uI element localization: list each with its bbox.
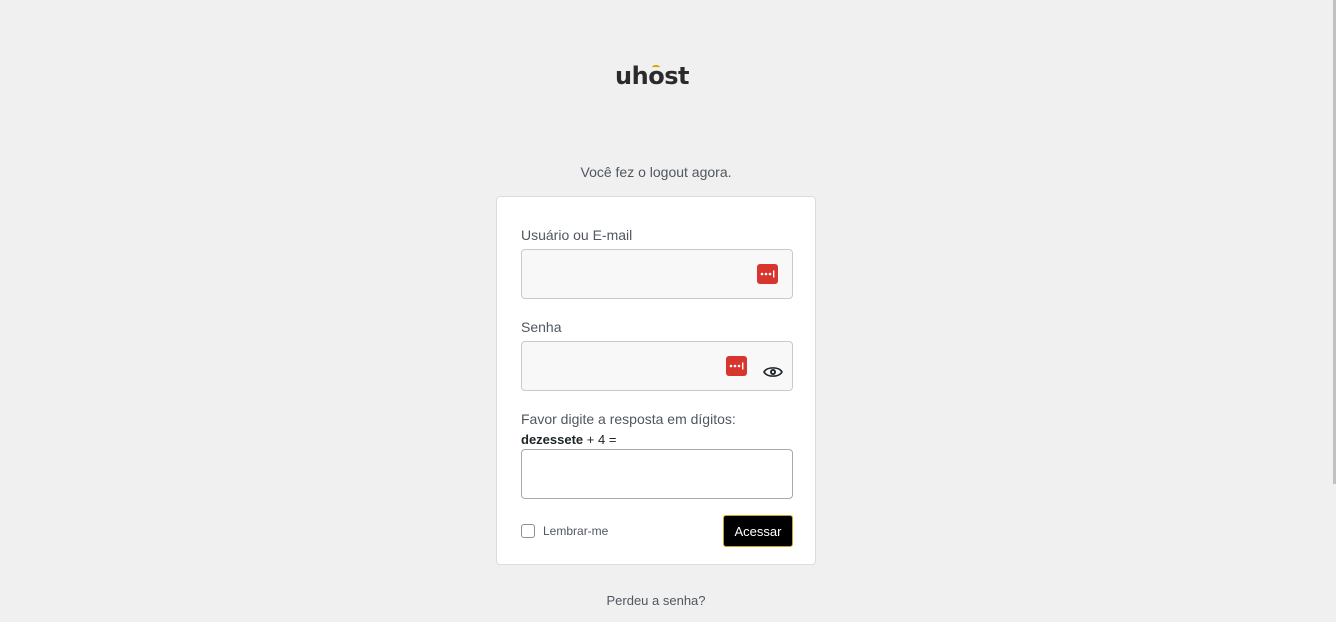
captcha-field-wrapper: [521, 449, 793, 499]
logout-message: Você fez o logout agora.: [580, 164, 732, 180]
uhost-logo[interactable]: uhost: [0, 62, 1304, 90]
password-manager-icon[interactable]: [757, 264, 778, 284]
captcha-word: dezessete: [521, 432, 584, 447]
remember-me[interactable]: Lembrar-me: [521, 522, 608, 540]
login-submit-button[interactable]: Acessar: [723, 515, 793, 547]
logo-text-start: uh: [615, 62, 649, 90]
captcha-prompt: Favor digite a resposta em dígitos:: [521, 411, 736, 427]
remember-me-label[interactable]: Lembrar-me: [543, 524, 608, 538]
username-field-wrapper: [521, 249, 793, 299]
lost-password-link[interactable]: Perdeu a senha?: [0, 593, 1312, 608]
captcha-answer-input[interactable]: [522, 450, 792, 498]
captcha-equation: dezessete + 4 =: [521, 432, 616, 447]
username-input[interactable]: [522, 250, 792, 298]
logo-text-end: st: [664, 62, 689, 90]
password-label: Senha: [521, 319, 562, 335]
eye-icon[interactable]: [763, 365, 783, 379]
captcha-rest: + 4 =: [583, 432, 617, 447]
password-input[interactable]: [522, 342, 792, 390]
remember-me-checkbox[interactable]: [521, 524, 535, 538]
login-form: Usuário ou E-mail Senha Favor digite a r…: [496, 196, 816, 565]
login-page: uhost Você fez o logout agora. Usuário o…: [0, 0, 1336, 622]
logo-text-o: o: [648, 62, 665, 90]
username-label: Usuário ou E-mail: [521, 227, 633, 243]
password-field-wrapper: [521, 341, 793, 391]
password-manager-icon[interactable]: [726, 356, 747, 376]
